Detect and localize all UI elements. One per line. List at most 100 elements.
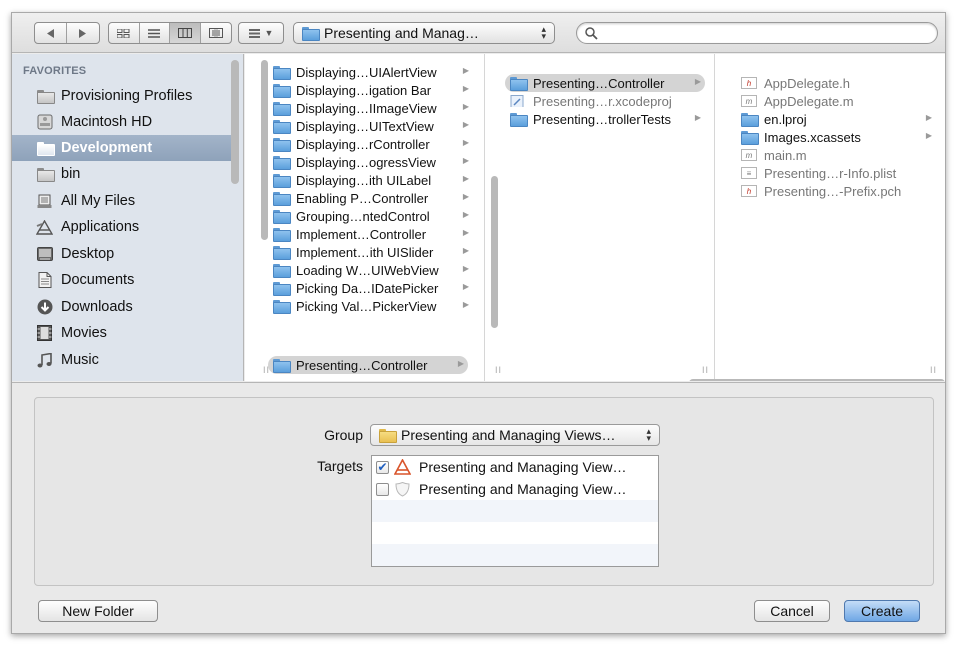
sidebar-item-development[interactable]: Development <box>12 135 232 161</box>
target-checkbox[interactable] <box>376 482 389 496</box>
list-item[interactable]: Displaying…UIAlertView ▶ <box>273 63 473 81</box>
test-target-icon <box>395 481 410 497</box>
folder-icon <box>273 120 291 134</box>
list-item-selected[interactable]: Presenting…Controller ▶ <box>505 74 705 92</box>
targets-label: Targets <box>317 458 363 474</box>
target-row-empty <box>372 544 658 566</box>
create-button[interactable]: Create <box>844 600 920 622</box>
list-item[interactable]: Displaying…igation Bar ▶ <box>273 81 473 99</box>
list-item[interactable]: Grouping…ntedControl ▶ <box>273 207 473 225</box>
list-item[interactable]: m AppDelegate.m <box>741 92 936 110</box>
sidebar-item-all-my-files[interactable]: All My Files <box>12 188 232 214</box>
folder-icon <box>36 88 55 105</box>
downloads-icon <box>36 299 53 316</box>
path-popup[interactable]: Presenting and Manag… ▴ ▾ <box>293 22 555 44</box>
sidebar-scrollbar[interactable] <box>231 60 239 184</box>
icon-view-button[interactable] <box>109 23 140 43</box>
folder-icon <box>273 228 291 242</box>
source-file-icon: m <box>741 149 757 161</box>
folder-icon <box>273 138 291 152</box>
column-resize-handle[interactable]: II <box>930 365 937 375</box>
sidebar-item-desktop[interactable]: Desktop <box>12 241 232 267</box>
new-folder-button[interactable]: New Folder <box>38 600 158 622</box>
sidebar-item-label: Provisioning Profiles <box>61 88 193 104</box>
list-item[interactable]: h Presenting…-Prefix.pch <box>741 182 936 200</box>
cancel-button[interactable]: Cancel <box>754 600 830 622</box>
sidebar-item-label: bin <box>61 166 81 182</box>
list-item[interactable]: Displaying…ogressView ▶ <box>273 153 473 171</box>
target-checkbox[interactable]: ✔ <box>376 460 389 474</box>
disclosure-arrow-icon: ▶ <box>694 113 701 122</box>
path-popup-label: Presenting and Manag… <box>324 25 479 41</box>
list-view-button[interactable] <box>140 23 170 43</box>
folder-icon <box>302 27 320 41</box>
forward-arrow-icon <box>79 28 86 38</box>
folder-icon <box>379 429 397 443</box>
list-item[interactable]: Presenting…r.xcodeproj <box>510 92 705 110</box>
arrange-button[interactable]: ▼ <box>238 22 284 44</box>
list-item[interactable]: Displaying…rController ▶ <box>273 135 473 153</box>
group-popup[interactable]: Presenting and Managing Views… ▴ ▾ <box>370 424 660 446</box>
disclosure-arrow-icon: ▶ <box>462 138 469 147</box>
folder-icon <box>273 102 291 116</box>
view-mode-control <box>108 22 232 44</box>
column-resize-handle[interactable]: II <box>495 365 502 375</box>
list-item[interactable]: Displaying…ith UILabel ▶ <box>273 171 473 189</box>
sidebar-item-label: Documents <box>61 272 135 288</box>
column-view-button[interactable] <box>170 23 201 43</box>
list-item[interactable]: Picking Val…PickerView ▶ <box>273 297 473 315</box>
list-item-selected[interactable]: Presenting…Controller ▶ <box>268 356 468 374</box>
list-item[interactable]: h AppDelegate.h <box>741 74 936 92</box>
folder-icon <box>273 246 291 260</box>
app-target-icon <box>394 459 411 475</box>
column-resize-handle[interactable]: II <box>263 365 270 375</box>
sidebar-item-label: Desktop <box>61 246 115 262</box>
disclosure-arrow-icon: ▶ <box>462 174 469 183</box>
target-row[interactable]: ✔ Presenting and Managing View… <box>372 456 658 478</box>
column-2-scrollbar[interactable] <box>491 176 498 328</box>
list-item[interactable]: Images.xcassets ▶ <box>741 128 936 146</box>
folder-icon <box>510 77 528 91</box>
list-item[interactable]: Presenting…trollerTests ▶ <box>510 110 705 128</box>
sidebar-item-provisioning-profiles[interactable]: Provisioning Profiles <box>12 83 232 109</box>
sidebar-item-documents[interactable]: Documents <box>12 267 232 293</box>
list-item[interactable]: ≡ Presenting…r-Info.plist <box>741 164 936 182</box>
applications-icon <box>36 219 53 236</box>
list-item[interactable]: Displaying…IImageView ▶ <box>273 99 473 117</box>
sidebar-item-applications[interactable]: Applications <box>12 214 232 240</box>
folder-icon <box>510 113 528 127</box>
target-label: Presenting and Managing View… <box>419 459 627 475</box>
list-item[interactable]: Picking Da…IDatePicker ▶ <box>273 279 473 297</box>
list-item[interactable]: en.lproj ▶ <box>741 110 936 128</box>
sidebar-item-label: All My Files <box>61 193 136 209</box>
folder-icon <box>273 192 291 206</box>
up-down-arrows-icon: ▴ ▾ <box>646 426 651 443</box>
target-row[interactable]: Presenting and Managing View… <box>372 478 658 500</box>
sidebar-item-music[interactable]: Music <box>12 347 232 373</box>
sidebar-item-downloads[interactable]: Downloads <box>12 294 232 320</box>
list-item[interactable]: Enabling P…Controller ▶ <box>273 189 473 207</box>
target-label: Presenting and Managing View… <box>419 481 627 497</box>
search-field[interactable] <box>576 22 938 44</box>
search-input[interactable] <box>603 25 903 41</box>
source-file-icon: m <box>741 95 757 107</box>
list-item[interactable]: Displaying…UITextView ▶ <box>273 117 473 135</box>
sidebar-item-macintosh-hd[interactable]: Macintosh HD <box>12 109 232 135</box>
sidebar: FAVORITES Provisioning Profiles Macintos… <box>12 54 244 381</box>
column-resize-handle[interactable]: II <box>702 365 709 375</box>
forward-button[interactable] <box>67 23 99 43</box>
arrange-icon <box>248 28 260 38</box>
disclosure-arrow-icon: ▶ <box>457 359 464 368</box>
sidebar-item-movies[interactable]: Movies <box>12 320 232 346</box>
list-item[interactable]: Implement…ith UISlider ▶ <box>273 243 473 261</box>
back-button[interactable] <box>35 23 68 43</box>
columns-icon <box>177 28 192 38</box>
horizontal-scrollbar[interactable] <box>689 379 945 381</box>
list-item[interactable]: Implement…Controller ▶ <box>273 225 473 243</box>
column-1-scrollbar[interactable] <box>261 60 268 240</box>
list-item[interactable]: Loading W…UIWebView ▶ <box>273 261 473 279</box>
list-item[interactable]: m main.m <box>741 146 936 164</box>
sidebar-item-bin[interactable]: bin <box>12 161 232 187</box>
grid-icon <box>117 28 130 38</box>
coverflow-view-button[interactable] <box>201 23 231 43</box>
